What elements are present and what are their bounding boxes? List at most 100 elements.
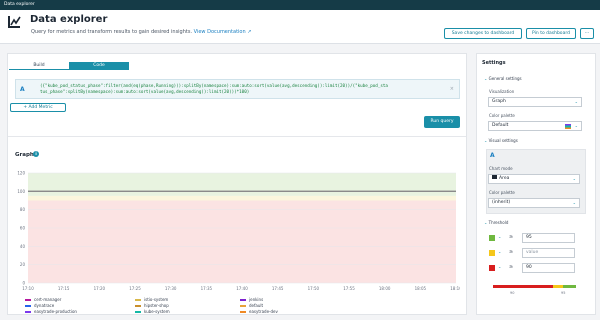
color-palette-select[interactable]: Default ⌄ <box>488 121 582 131</box>
y-tick-label: 40 <box>20 244 26 249</box>
visualization-value: Graph <box>492 99 506 104</box>
threshold-color-swatch[interactable] <box>489 235 495 241</box>
legend-label: kube-system <box>144 309 170 314</box>
data-explorer-icon <box>8 16 21 28</box>
legend-item[interactable]: jenkins <box>240 297 263 302</box>
palette-swatch-icon <box>565 124 571 129</box>
color-palette-value: Default <box>492 123 509 128</box>
settings-title: Settings <box>482 60 506 66</box>
y-tick-label: 20 <box>20 262 26 267</box>
tab-build[interactable]: Build <box>9 62 69 70</box>
chevron-down-icon[interactable]: ⌄ <box>498 249 506 257</box>
subtitle-text: Query for metrics and transform results … <box>31 29 193 35</box>
threshold-value-input[interactable]: 90 <box>522 263 575 273</box>
top-bar: Data explorer <box>0 0 600 10</box>
tab-code[interactable]: Code <box>69 62 129 70</box>
threshold-color-swatch[interactable] <box>489 265 495 271</box>
chevron-down-icon: ⌄ <box>574 123 578 128</box>
x-tick-label: 18:10 <box>450 286 460 291</box>
close-icon[interactable]: × <box>450 86 454 92</box>
gauge-max-label: 95 <box>561 291 566 295</box>
chevron-down-icon: ⌄ <box>484 220 488 225</box>
legend-label: easytrade-production <box>34 309 77 314</box>
legend-swatch <box>25 311 31 313</box>
query-code[interactable]: ({"kube_pod_status_phase":filter(and(eq(… <box>40 83 440 95</box>
y-tick-label: 60 <box>20 226 26 231</box>
legend-item[interactable]: istio-system <box>135 297 168 302</box>
x-tick-label: 18:00 <box>379 286 391 291</box>
legend-swatch <box>25 299 31 301</box>
save-to-dashboard-button[interactable]: Save changes to dashboard <box>444 28 522 39</box>
chevron-down-icon: ⌄ <box>484 76 488 81</box>
x-tick-label: 17:40 <box>236 286 248 291</box>
chevron-down-icon[interactable]: ⌄ <box>498 264 506 272</box>
gauge-min-label: 90 <box>510 291 515 295</box>
series-letter: A <box>490 152 495 159</box>
view-documentation-link[interactable]: View Documentation ↗ <box>194 29 252 35</box>
threshold-band <box>28 200 456 283</box>
threshold-section[interactable]: ⌄ Threshold <box>484 220 508 225</box>
more-options-button[interactable]: ··· <box>580 28 594 39</box>
legend-swatch <box>135 311 141 313</box>
y-tick-label: 80 <box>20 207 26 212</box>
legend-label: dynatrace <box>34 303 55 308</box>
chevron-down-icon: ⌄ <box>484 138 488 143</box>
general-settings-section[interactable]: ⌄ General settings <box>484 76 522 81</box>
line-chart: 120 100 80 60 40 20 017:10 17:15 17:20 17:25 17:30… <box>17 171 460 292</box>
legend-item[interactable]: kube-system <box>135 309 170 314</box>
legend-swatch <box>240 311 246 313</box>
series-color-palette-select[interactable]: (inherit) ⌄ <box>488 198 580 208</box>
chart-mode-label: Chart mode <box>489 166 513 171</box>
series-color-palette-label: Color palette <box>489 190 515 195</box>
info-icon[interactable]: i <box>33 151 39 157</box>
query-editor[interactable]: A ({"kube_pod_status_phase":filter(and(e… <box>15 79 460 99</box>
legend-item[interactable]: easytrade-dev <box>240 309 278 314</box>
legend-swatch <box>240 299 246 301</box>
gauge-red-segment <box>493 285 553 288</box>
chart-mode-value: Area <box>499 176 510 181</box>
legend-item[interactable]: easytrade-production <box>25 309 77 314</box>
x-tick-label: 17:45 <box>272 286 284 291</box>
visual-settings-section[interactable]: ⌄ Visual settings <box>484 138 518 143</box>
legend-swatch <box>240 305 246 307</box>
series-color-palette-value: (inherit) <box>492 200 511 205</box>
legend-label: easytrade-dev <box>249 309 278 314</box>
gauge-yellow-segment <box>553 285 563 288</box>
legend-label: istio-system <box>144 297 169 302</box>
query-mode-tabs: Build Code <box>9 62 129 70</box>
legend-item[interactable]: cert-manager <box>25 297 61 302</box>
x-tick-label: 18:05 <box>415 286 427 291</box>
top-bar-title: Data explorer <box>4 2 35 7</box>
query-code-line: tus_phase":splitBy(namespace):sum:auto:s… <box>40 89 250 94</box>
threshold-color-swatch[interactable] <box>489 250 495 256</box>
pin-to-dashboard-button[interactable]: Pin to dashboard <box>526 28 576 39</box>
query-letter: A <box>20 86 25 93</box>
run-query-button[interactable]: Run query <box>424 116 460 128</box>
legend-item[interactable]: hipster-shop <box>135 303 169 308</box>
page-subtitle: Query for metrics and transform results … <box>31 29 251 35</box>
legend-item[interactable]: default <box>240 303 263 308</box>
add-metric-button[interactable]: + Add Metric <box>10 103 66 112</box>
y-tick-label: 120 <box>17 171 25 176</box>
threshold-operator: ≥ <box>509 249 514 255</box>
x-tick-label: 17:50 <box>308 286 320 291</box>
y-tick-label: 0 <box>22 281 25 286</box>
legend-label: jenkins <box>249 297 264 302</box>
x-tick-label: 17:25 <box>129 286 141 291</box>
threshold-value-input[interactable]: 95 <box>522 233 575 243</box>
y-tick-label: 100 <box>17 189 25 194</box>
threshold-value-input[interactable]: value <box>522 248 575 258</box>
page-title: Data explorer <box>30 14 108 25</box>
visualization-select[interactable]: Graph ⌄ <box>488 97 582 107</box>
chevron-down-icon: ⌄ <box>572 200 576 205</box>
chart-mode-select[interactable]: Area ⌄ <box>488 174 580 184</box>
area-chart-icon <box>492 175 497 179</box>
x-tick-label: 17:20 <box>94 286 106 291</box>
threshold-label: Threshold <box>488 220 509 225</box>
legend-item[interactable]: dynatrace <box>25 303 54 308</box>
graph-title: Graph <box>15 152 34 158</box>
general-settings-label: General settings <box>488 76 522 81</box>
chevron-down-icon[interactable]: ⌄ <box>498 234 506 242</box>
chart-legend: cert-manager dynatrace easytrade-productio… <box>25 297 455 317</box>
threshold-operator: ≥ <box>509 234 514 240</box>
